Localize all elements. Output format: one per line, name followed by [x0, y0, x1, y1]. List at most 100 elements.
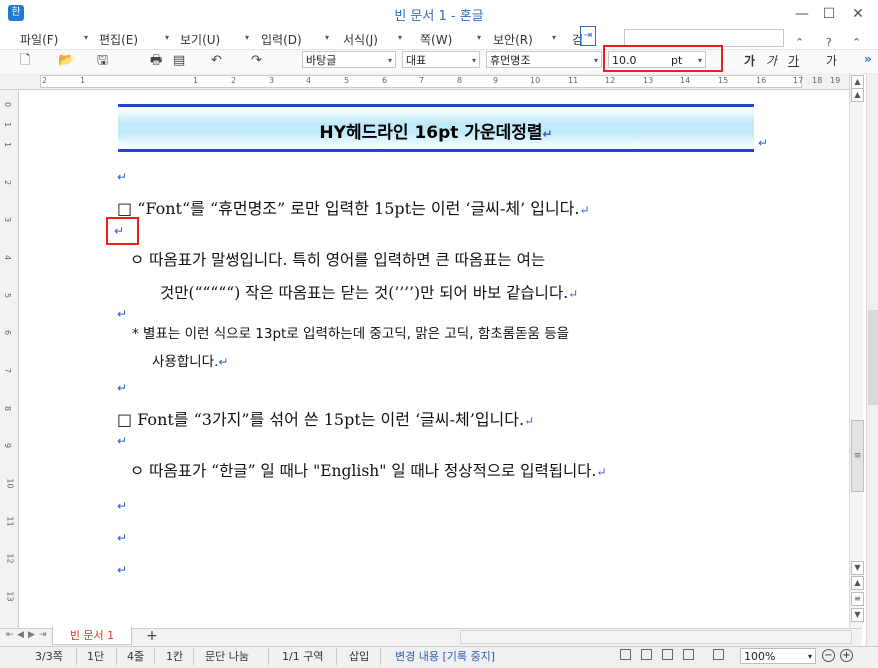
- ruler-number: 8: [457, 76, 463, 85]
- paragraph-style-value: 바탕글: [306, 54, 337, 67]
- document-line[interactable]: * 별표는 이런 식으로 13pt로 입력하는데 중고딕, 맑은 고딕, 함초롬…: [132, 322, 569, 342]
- status-insert-mode[interactable]: 삽입: [349, 648, 369, 665]
- print-icon[interactable]: 🖶: [150, 52, 162, 70]
- scroll-up-icon[interactable]: ▲: [851, 88, 864, 102]
- paragraph-mark-icon: ↵: [117, 381, 128, 395]
- view-page-icon[interactable]: [641, 649, 652, 660]
- preview-icon[interactable]: ▤: [173, 52, 185, 70]
- zoom-select[interactable]: 100% ▾: [740, 648, 816, 664]
- font-name-value: 휴먼명조: [490, 54, 531, 67]
- view-multi-page-icon[interactable]: [683, 649, 694, 660]
- heading-text[interactable]: HY헤드라인 16pt 가운데정렬↵: [118, 118, 754, 143]
- new-document-icon[interactable]: 🗋: [20, 52, 30, 70]
- ruler-number: 17: [793, 76, 804, 85]
- ruler-number: 16: [756, 76, 767, 85]
- document-line[interactable]: ㅇ 따옴표가 “한글” 일 때나 "English" 일 때나 정상적으로 입력…: [130, 459, 607, 481]
- text-cursor-paragraph-mark-icon[interactable]: ↵: [114, 224, 124, 238]
- view-full-screen-icon[interactable]: [620, 649, 631, 660]
- font-language-value: 대표: [406, 54, 427, 67]
- vertical-ruler[interactable]: [0, 90, 19, 628]
- redo-icon[interactable]: ↷: [251, 52, 262, 70]
- add-tab-button[interactable]: +: [136, 628, 168, 644]
- font-language-select[interactable]: 대표 ▾: [402, 51, 480, 68]
- menu-security-arrow-icon[interactable]: ▾: [552, 33, 556, 42]
- menu-format-arrow-icon[interactable]: ▾: [398, 33, 402, 42]
- document-line-text: □ “Font“를 “휴먼명조” 로만 입력한 15pt는 이런 ‘글씨-체’ …: [117, 199, 580, 218]
- tab-last-icon[interactable]: ⇥: [39, 630, 47, 640]
- status-page[interactable]: 3/3쪽: [35, 648, 63, 665]
- document-line[interactable]: ㅇ 따옴표가 말썽입니다. 특히 영어를 입력하면 큰 따옴표는 여는: [130, 248, 545, 270]
- ruler-number: 7: [3, 367, 13, 374]
- menu-expand-icon[interactable]: ⇥: [580, 26, 596, 46]
- font-color-button[interactable]: 가: [826, 52, 837, 69]
- menu-view[interactable]: 보기(U): [180, 31, 220, 49]
- paragraph-mark-icon: ↵: [579, 203, 590, 217]
- font-name-select[interactable]: 휴먼명조 ▾: [486, 51, 602, 68]
- document-line[interactable]: □ “Font“를 “휴먼명조” 로만 입력한 15pt는 이런 ‘글씨-체’ …: [117, 195, 590, 219]
- zoom-value: 100%: [744, 650, 776, 663]
- scroll-top-icon[interactable]: ▲: [851, 75, 864, 89]
- toolbar-overflow-icon[interactable]: »: [864, 52, 872, 66]
- side-panel-toggle[interactable]: [868, 310, 878, 405]
- menu-edit[interactable]: 편집(E): [99, 31, 138, 49]
- ruler-number: 4: [3, 254, 13, 261]
- tab-document-1[interactable]: 빈 문서 1: [52, 627, 132, 645]
- menu-format[interactable]: 서식(J): [343, 31, 378, 49]
- menu-view-arrow-icon[interactable]: ▾: [245, 33, 249, 42]
- tab-next-icon[interactable]: ▶: [28, 630, 35, 640]
- ruler-number: 5: [3, 292, 13, 299]
- underline-button[interactable]: 가: [788, 52, 799, 69]
- menu-page-arrow-icon[interactable]: ▾: [477, 33, 481, 42]
- save-icon[interactable]: 🖫: [97, 52, 108, 70]
- ruler-number: 19: [830, 76, 841, 85]
- zoom-fit-icon[interactable]: [713, 649, 724, 660]
- paragraph-mark-icon: ↵: [117, 531, 128, 545]
- previous-page-icon[interactable]: ▲: [851, 576, 864, 590]
- ruler-number: 15: [718, 76, 729, 85]
- status-col-pos: 1칸: [166, 650, 184, 663]
- undo-icon[interactable]: ↶: [211, 52, 222, 70]
- maximize-button[interactable]: ☐: [817, 4, 841, 24]
- horizontal-scrollbar[interactable]: [460, 630, 852, 644]
- document-line-text: 것만(“““““) 작은 따옴표는 닫는 것(’’’’)만 되어 바보 같습니다…: [160, 284, 569, 302]
- menu-security[interactable]: 보안(R): [493, 31, 533, 49]
- status-track-changes[interactable]: 변경 내용 [기록 중지]: [395, 648, 495, 665]
- scrollbar-thumb[interactable]: ≡: [851, 420, 864, 492]
- menu-insert-arrow-icon[interactable]: ▾: [325, 33, 329, 42]
- menu-edit-arrow-icon[interactable]: ▾: [165, 33, 169, 42]
- menu-insert[interactable]: 입력(D): [261, 31, 302, 49]
- document-canvas[interactable]: [19, 90, 849, 628]
- page-select-icon[interactable]: ≡: [851, 592, 864, 606]
- ruler-number: 13: [643, 76, 654, 85]
- collapse-ribbon-icon[interactable]: ⌃: [852, 36, 861, 49]
- status-divider: [380, 648, 381, 665]
- document-line[interactable]: 사용합니다.↵: [152, 350, 228, 370]
- next-page-icon[interactable]: ▼: [851, 608, 864, 622]
- chevron-up-icon[interactable]: ⌃: [795, 36, 804, 49]
- document-line[interactable]: □ Font를 “3가지”를 섞어 쓴 15pt는 이런 ‘글씨-체’입니다.↵: [117, 406, 534, 430]
- ruler-number: 4: [306, 76, 312, 85]
- status-paragraph-break[interactable]: 문단 나눔: [205, 648, 249, 665]
- menu-page[interactable]: 쪽(W): [420, 31, 452, 49]
- ruler-number: 11: [5, 516, 15, 527]
- tab-first-icon[interactable]: ⇤: [6, 630, 14, 640]
- document-line[interactable]: 것만(“““““) 작은 따옴표는 닫는 것(’’’’)만 되어 바보 같습니다…: [160, 281, 578, 303]
- scroll-down-icon[interactable]: ▼: [851, 561, 864, 575]
- zoom-in-button[interactable]: +: [840, 649, 853, 662]
- menu-file[interactable]: 파일(F): [20, 31, 58, 49]
- bold-button[interactable]: 가: [744, 52, 755, 69]
- close-button[interactable]: ✕: [846, 4, 870, 24]
- help-icon[interactable]: ?: [826, 36, 832, 49]
- tab-prev-icon[interactable]: ◀: [17, 630, 24, 640]
- minimize-button[interactable]: —: [790, 4, 814, 24]
- ruler-number: 6: [382, 76, 388, 85]
- zoom-out-button[interactable]: −: [822, 649, 835, 662]
- view-width-icon[interactable]: [662, 649, 673, 660]
- paragraph-style-select[interactable]: 바탕글 ▾: [302, 51, 396, 68]
- menu-file-arrow-icon[interactable]: ▾: [84, 33, 88, 42]
- status-divider: [268, 648, 269, 665]
- open-folder-icon[interactable]: 📂: [58, 52, 74, 70]
- italic-button[interactable]: 가: [766, 52, 777, 69]
- vertical-scrollbar[interactable]: [849, 73, 863, 628]
- paragraph-mark-icon: ↵: [117, 563, 128, 577]
